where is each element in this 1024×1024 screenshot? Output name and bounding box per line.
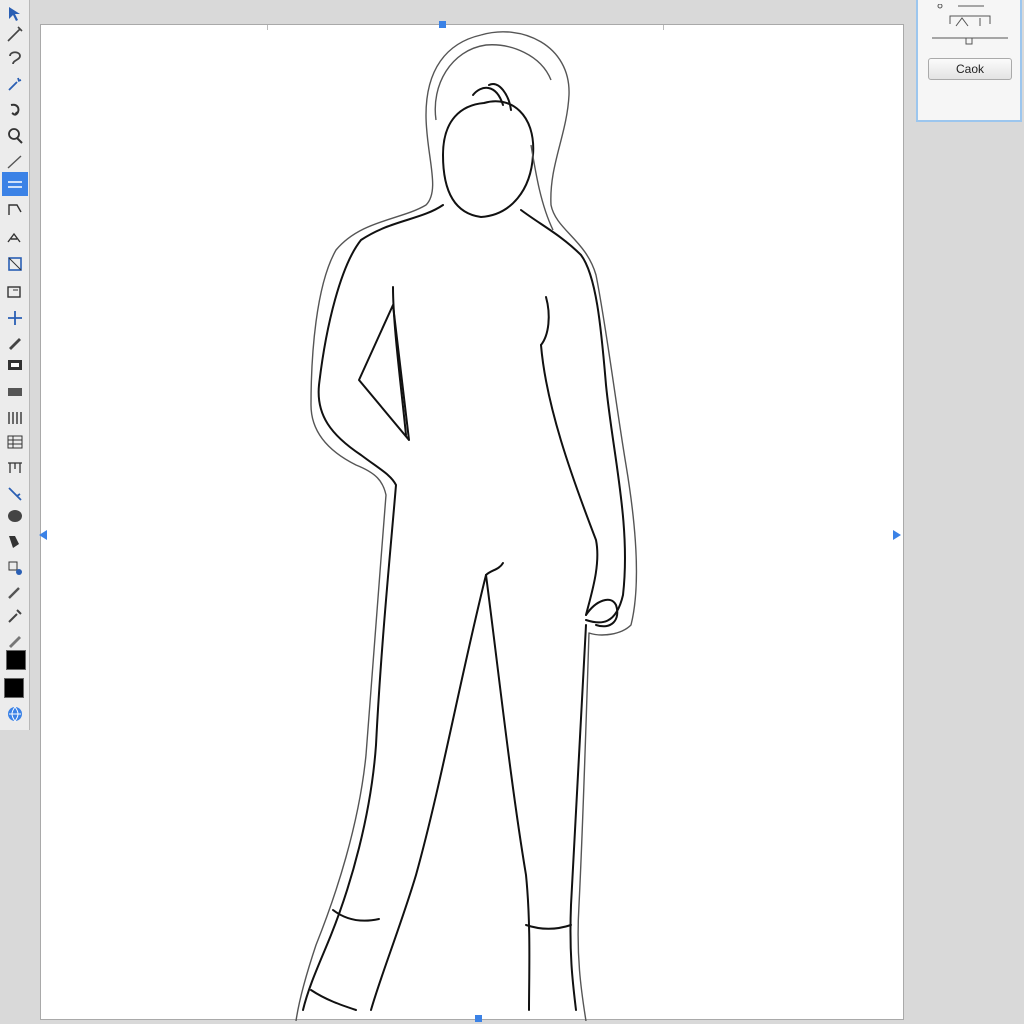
gradient-icon — [8, 388, 22, 396]
tool-gradient[interactable] — [2, 380, 28, 404]
tool-table[interactable] — [2, 430, 28, 454]
handle-right[interactable] — [893, 530, 901, 540]
pen-tool-icon — [9, 338, 21, 350]
tool-brush[interactable] — [2, 580, 28, 604]
zoom-icon — [8, 128, 23, 144]
transform-icon — [8, 257, 22, 271]
figure-outline-drawing — [295, 31, 638, 1021]
ruler-tick — [267, 25, 268, 30]
tool-eraser[interactable] — [2, 628, 28, 652]
tool-shape[interactable] — [2, 556, 28, 580]
brush-icon — [8, 587, 20, 599]
shape-icon — [8, 561, 22, 575]
move-icon — [8, 311, 22, 325]
panel-button[interactable]: Caok — [928, 58, 1012, 80]
tool-node[interactable] — [2, 226, 28, 250]
globe-icon[interactable] — [2, 702, 28, 726]
handle-left[interactable] — [39, 530, 47, 540]
tool-magic-wand[interactable] — [2, 72, 28, 96]
tool-pen-tool[interactable] — [2, 330, 28, 354]
handle-top[interactable] — [439, 21, 446, 28]
foreground-color-swatch[interactable] — [6, 650, 26, 670]
tool-path[interactable] — [2, 198, 28, 222]
layers-icon — [8, 360, 22, 370]
magic-wand-icon — [8, 77, 22, 91]
table-icon — [7, 435, 23, 449]
tool-crop[interactable] — [2, 280, 28, 304]
node-icon — [7, 232, 21, 243]
drawing-canvas[interactable] — [39, 21, 904, 1022]
tool-zoom[interactable] — [2, 124, 28, 148]
tool-grid[interactable] — [2, 406, 28, 430]
pen-icon — [7, 26, 23, 42]
text-tool-icon — [8, 181, 22, 188]
tool-measure[interactable] — [2, 456, 28, 480]
tool-eyedropper[interactable] — [2, 604, 28, 628]
blob-icon — [8, 510, 22, 522]
tool-pen[interactable] — [2, 22, 28, 46]
background-color-swatch[interactable] — [4, 678, 24, 698]
tool-palette — [0, 0, 30, 730]
tool-pencil[interactable] — [2, 150, 28, 174]
path-icon — [8, 204, 22, 215]
preview-panel: Caok — [916, 0, 1022, 122]
tool-paint-bucket[interactable] — [2, 530, 28, 554]
pencil-icon — [7, 155, 22, 169]
eyedropper-icon — [8, 609, 22, 623]
tool-lasso[interactable] — [2, 46, 28, 70]
paint-bucket-icon — [9, 536, 19, 548]
tool-text-tool[interactable] — [2, 172, 28, 196]
panel-preview-graphic — [932, 4, 1008, 45]
tool-move[interactable] — [2, 306, 28, 330]
tool-layers[interactable] — [2, 354, 28, 378]
lasso-icon — [9, 51, 21, 65]
measure-icon — [8, 462, 22, 473]
ruler-tick — [663, 25, 664, 30]
tool-warp[interactable] — [2, 482, 28, 506]
tool-blob[interactable] — [2, 504, 28, 528]
handle-bottom[interactable] — [475, 1015, 482, 1022]
tool-rotate[interactable] — [2, 98, 28, 122]
grid-icon — [8, 412, 22, 424]
crop-icon — [7, 286, 21, 298]
warp-icon — [8, 487, 22, 501]
tool-transform[interactable] — [2, 252, 28, 276]
select-icon — [9, 7, 20, 21]
eraser-icon — [9, 636, 21, 648]
rotate-icon — [10, 103, 20, 116]
